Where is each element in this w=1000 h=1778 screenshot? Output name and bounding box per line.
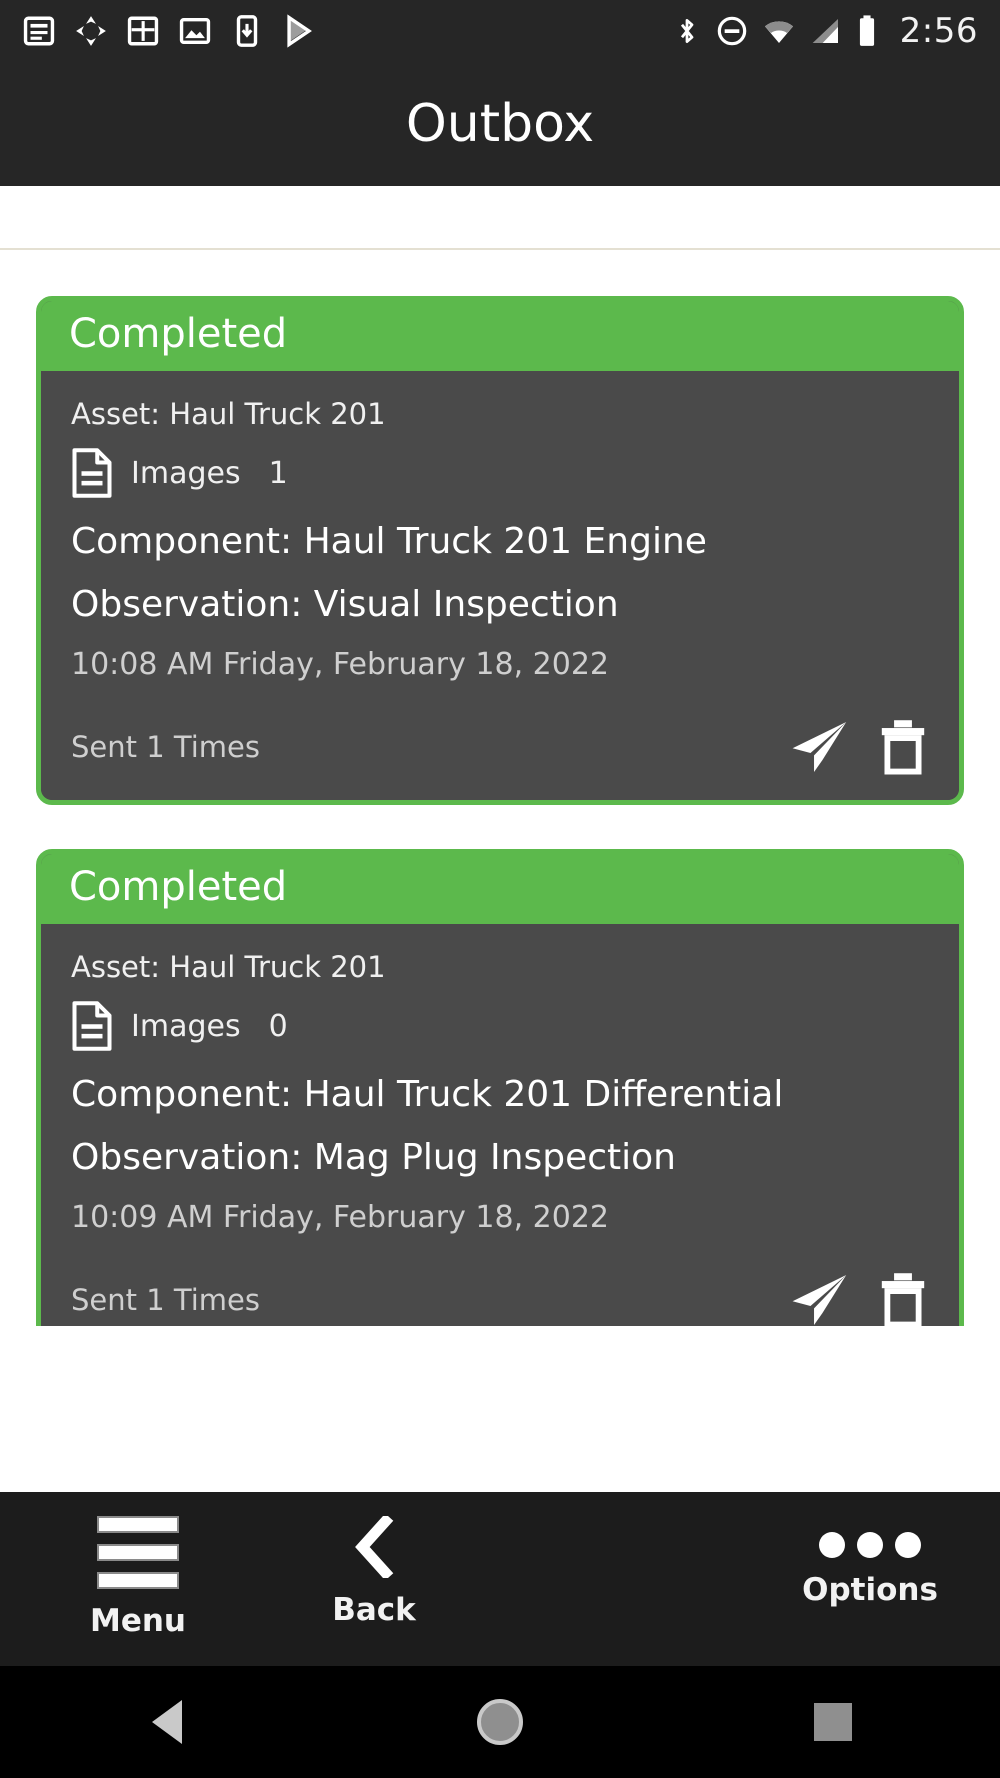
images-label: Images: [131, 455, 241, 491]
app-root: 2:56 Outbox Completed Asset: Haul Truck …: [0, 0, 1000, 1778]
grid-table-icon: [127, 16, 159, 46]
toolbar-divider: [0, 186, 1000, 250]
photo-icon: [179, 17, 211, 45]
images-row[interactable]: Images 1: [71, 447, 929, 499]
status-bar: 2:56: [0, 0, 1000, 62]
card-actions: [789, 1271, 929, 1326]
status-badge: Completed: [69, 864, 288, 910]
send-icon[interactable]: [789, 718, 851, 776]
recents-square-icon: [814, 1703, 853, 1741]
card-footer: Sent 1 Times: [71, 718, 929, 776]
back-triangle-icon: [151, 1700, 182, 1744]
options-label: Options: [802, 1572, 938, 1608]
chevron-left-icon: [355, 1516, 394, 1578]
card-actions: [789, 718, 929, 776]
hamburger-icon: [97, 1516, 179, 1589]
sent-count-label: Sent 1 Times: [71, 1283, 260, 1317]
bluetooth-icon: [680, 19, 694, 43]
card-body: Asset: Haul Truck 201 Images 0 Component…: [41, 924, 959, 1326]
notification-icons: [22, 14, 316, 48]
cell-signal-icon: [812, 19, 838, 43]
card-status-header: Completed: [41, 854, 959, 924]
options-button[interactable]: Options: [770, 1492, 970, 1608]
title-bar: Outbox: [0, 62, 1000, 186]
do-not-disturb-icon: [717, 16, 746, 46]
observation-label: Observation: Mag Plug Inspection: [71, 1137, 676, 1178]
images-count: 0: [268, 1008, 288, 1044]
delete-icon[interactable]: [877, 1271, 929, 1326]
outbox-card[interactable]: Completed Asset: Haul Truck 201 Images 0…: [36, 849, 964, 1326]
battery-icon: [859, 15, 874, 46]
page-title: Outbox: [405, 94, 595, 154]
download-phone-icon: [236, 15, 258, 47]
card-body: Asset: Haul Truck 201 Images 1 Component…: [41, 371, 959, 800]
outbox-list[interactable]: Completed Asset: Haul Truck 201 Images 1…: [0, 252, 1000, 1326]
send-icon[interactable]: [789, 1271, 851, 1326]
status-badge: Completed: [69, 311, 288, 357]
overflow-dots-icon: [819, 1516, 921, 1558]
images-count: 1: [268, 455, 288, 491]
document-icon: [72, 448, 112, 498]
play-store-icon: [287, 14, 312, 48]
sent-count-label: Sent 1 Times: [71, 730, 260, 764]
images-row[interactable]: Images 0: [71, 1000, 929, 1052]
observation-label: Observation: Visual Inspection: [71, 584, 619, 625]
asset-label: Asset: Haul Truck 201: [71, 950, 386, 984]
back-button[interactable]: Back: [274, 1492, 474, 1628]
card-footer: Sent 1 Times: [71, 1271, 929, 1326]
back-label: Back: [332, 1592, 416, 1628]
outbox-card[interactable]: Completed Asset: Haul Truck 201 Images 1…: [36, 296, 964, 805]
status-clock: 2:56: [899, 11, 978, 51]
nav-home-button[interactable]: [333, 1699, 666, 1745]
sync-icon: [76, 16, 106, 46]
system-icons: 2:56: [672, 11, 978, 51]
timestamp-label: 10:09 AM Friday, February 18, 2022: [71, 1200, 609, 1235]
app-toolbar: Menu Back Options: [0, 1492, 1000, 1666]
wifi-icon: [764, 21, 793, 43]
timestamp-label: 10:08 AM Friday, February 18, 2022: [71, 647, 609, 682]
android-nav-bar: [0, 1666, 1000, 1778]
menu-button[interactable]: Menu: [38, 1492, 238, 1639]
home-circle-icon: [476, 1699, 523, 1745]
card-status-header: Completed: [41, 301, 959, 371]
menu-label: Menu: [89, 1603, 186, 1639]
nav-recents-button[interactable]: [667, 1703, 1000, 1741]
images-label: Images: [131, 1008, 241, 1044]
list-document-icon: [23, 16, 55, 46]
component-label: Component: Haul Truck 201 Differential: [71, 1074, 784, 1115]
component-label: Component: Haul Truck 201 Engine: [71, 521, 707, 562]
delete-icon[interactable]: [877, 718, 929, 776]
document-icon: [72, 1001, 112, 1051]
nav-back-button[interactable]: [0, 1700, 333, 1744]
asset-label: Asset: Haul Truck 201: [71, 397, 386, 431]
